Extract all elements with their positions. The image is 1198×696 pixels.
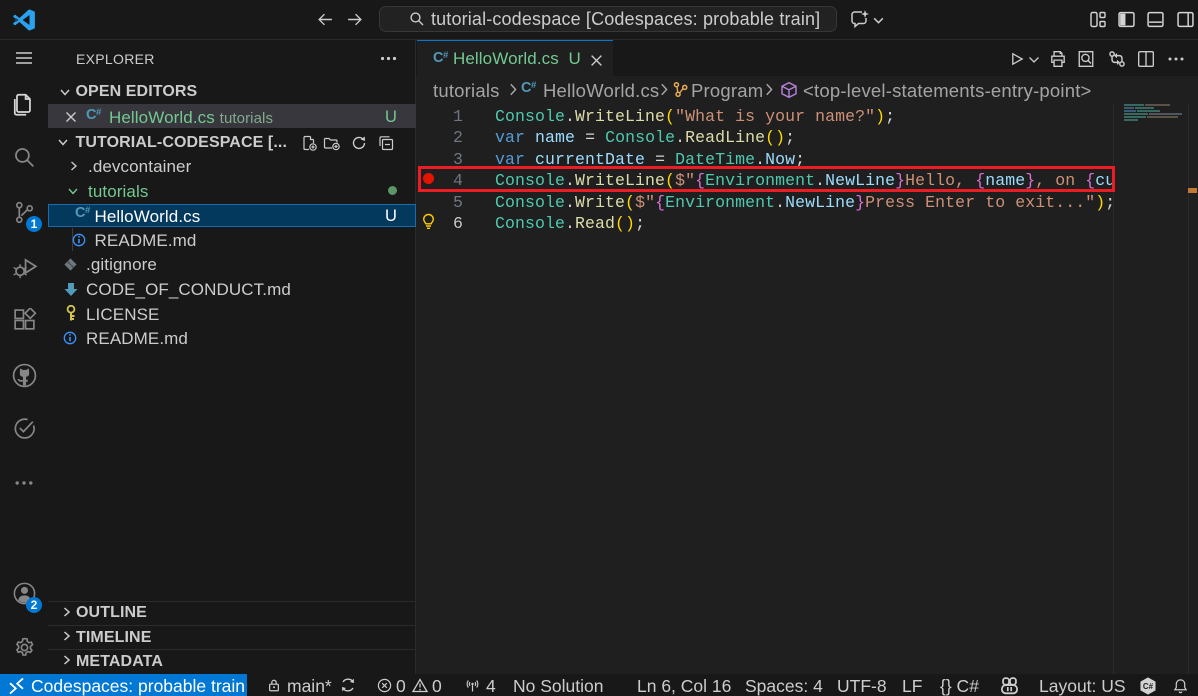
- svg-text:C#: C#: [1143, 681, 1154, 690]
